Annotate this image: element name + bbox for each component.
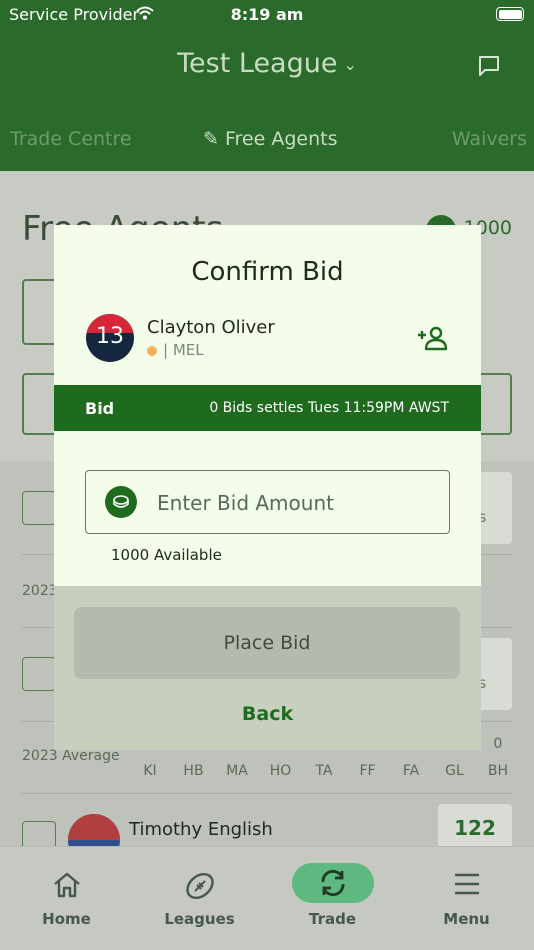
home-icon bbox=[53, 872, 80, 898]
bottom-nav: Home Leagues Trade Menu bbox=[0, 846, 534, 950]
chat-icon[interactable] bbox=[478, 55, 500, 77]
coin-icon bbox=[105, 486, 137, 518]
points-value: 122 bbox=[454, 816, 496, 840]
divider bbox=[22, 793, 512, 794]
available-balance: 1000 Available bbox=[111, 546, 222, 564]
confirm-bid-dialog: Confirm Bid 13 Clayton Oliver | MEL Bid … bbox=[54, 225, 481, 750]
battery-icon bbox=[496, 7, 524, 21]
status-bar: Service Provider 8:19 am bbox=[0, 0, 534, 28]
tab-free-agents[interactable]: ✎ Free Agents bbox=[203, 128, 337, 150]
nav-trade[interactable]: Trade bbox=[266, 847, 399, 950]
stat-label: FF bbox=[359, 763, 376, 779]
add-player-button[interactable] bbox=[22, 657, 56, 691]
player-name: Timothy English bbox=[129, 819, 273, 840]
clock: 8:19 am bbox=[230, 5, 304, 24]
stat-label: HO bbox=[269, 763, 292, 779]
pencil-icon: ✎ bbox=[203, 128, 219, 150]
team-label: | MEL bbox=[163, 341, 204, 359]
stat-label: TA bbox=[315, 763, 333, 779]
tab-trade-centre[interactable]: Trade Centre bbox=[10, 128, 132, 150]
app-header: Service Provider 8:19 am Test League ⌄ Tr… bbox=[0, 0, 534, 171]
league-selector[interactable]: Test League ⌄ bbox=[0, 48, 534, 79]
add-person-icon[interactable] bbox=[417, 325, 449, 351]
nav-trade-label: Trade bbox=[308, 910, 356, 928]
stat-value: 0 bbox=[493, 736, 503, 752]
stat-label: HB bbox=[183, 763, 204, 779]
place-bid-button[interactable]: Place Bid bbox=[74, 607, 460, 679]
bid-info-bar: Bid 0 Bids settles Tues 11:59PM AWST bbox=[54, 385, 481, 431]
nav-menu-label: Menu bbox=[443, 910, 490, 928]
player-avatar: 13 bbox=[86, 314, 134, 362]
league-title: Test League bbox=[177, 48, 338, 79]
nav-menu[interactable]: Menu bbox=[400, 847, 533, 950]
bid-settlement-info: 0 Bids settles Tues 11:59PM AWST bbox=[209, 400, 449, 416]
back-button[interactable]: Back bbox=[54, 703, 481, 725]
player-name: Clayton Oliver bbox=[147, 317, 275, 338]
menu-icon bbox=[454, 873, 479, 895]
guernsey-number: 13 bbox=[96, 324, 124, 349]
bid-amount-placeholder: Enter Bid Amount bbox=[157, 491, 334, 515]
stat-label: GL bbox=[445, 763, 464, 779]
chevron-down-icon: ⌄ bbox=[343, 55, 357, 74]
status-dot bbox=[147, 345, 157, 356]
stat-label: BH bbox=[487, 763, 509, 779]
tab-free-agents-label: Free Agents bbox=[224, 128, 338, 150]
stat-label: KI bbox=[143, 763, 157, 779]
football-icon bbox=[185, 872, 214, 900]
stat-label: MA bbox=[226, 763, 248, 779]
nav-leagues-label: Leagues bbox=[164, 910, 235, 928]
average-label: 2023 Average bbox=[22, 748, 120, 764]
average-label: 2023 bbox=[22, 583, 58, 599]
player-team: | MEL bbox=[147, 341, 204, 359]
stat-labels: KI HB MA HO TA FF FA GL BH bbox=[134, 763, 514, 779]
nav-home-label: Home bbox=[42, 910, 91, 928]
dialog-title: Confirm Bid bbox=[191, 257, 344, 287]
tab-waivers[interactable]: Waivers bbox=[452, 128, 527, 150]
dialog-actions: Place Bid Back bbox=[54, 586, 481, 750]
tab-bar: Trade Centre ✎ Free Agents Waivers bbox=[0, 128, 534, 156]
bid-label: Bid bbox=[85, 399, 115, 418]
stat-label: FA bbox=[402, 763, 420, 779]
nav-home[interactable]: Home bbox=[0, 847, 133, 950]
bid-amount-input[interactable]: Enter Bid Amount bbox=[85, 470, 450, 534]
refresh-icon bbox=[321, 869, 344, 897]
nav-leagues[interactable]: Leagues bbox=[133, 847, 266, 950]
add-player-button[interactable] bbox=[22, 491, 56, 525]
